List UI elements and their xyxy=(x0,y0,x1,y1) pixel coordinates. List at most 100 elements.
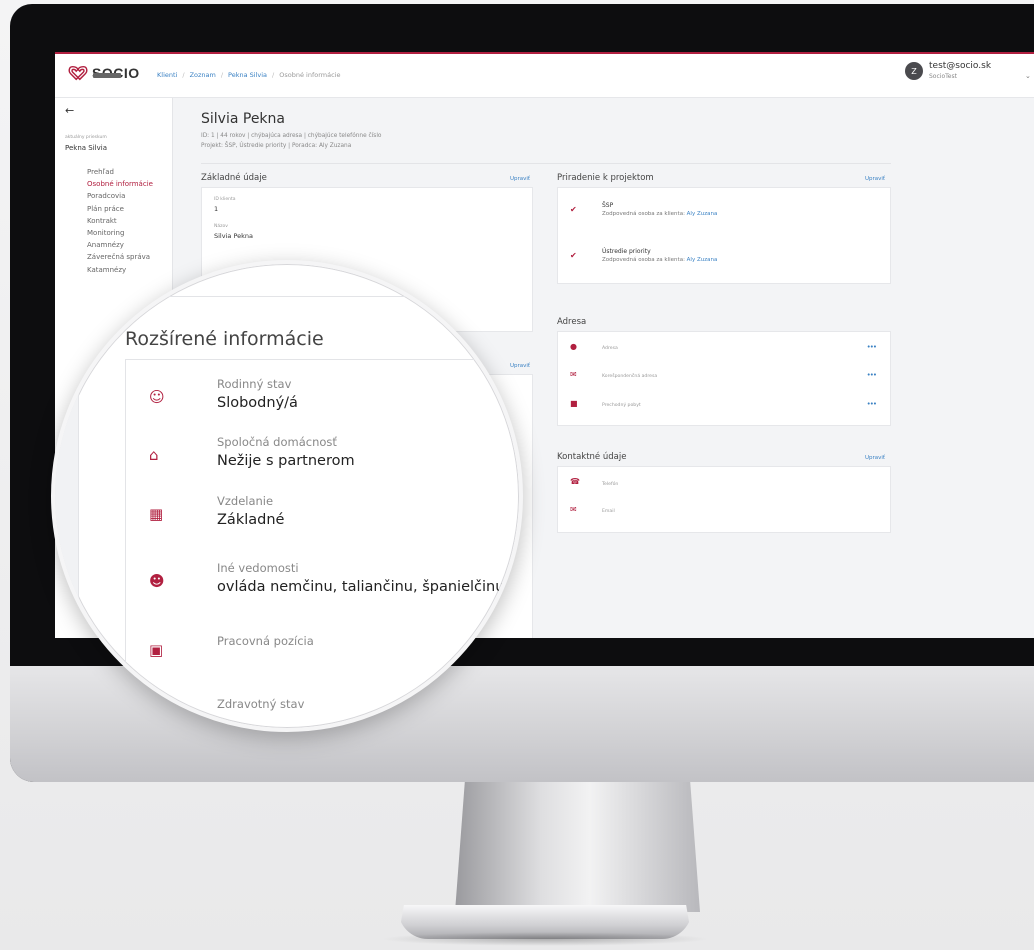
address-label: Adresa xyxy=(602,346,618,351)
divider xyxy=(201,163,891,164)
user-menu[interactable]: Z test@socio.sk SocioTest xyxy=(905,62,991,80)
list-item: ☎ Telefón xyxy=(558,475,890,495)
info-label: Iné vedomosti xyxy=(217,561,299,575)
more-options-button[interactable]: ••• xyxy=(867,371,877,379)
envelope-icon: ✉ xyxy=(570,505,577,514)
person-meta-line: Projekt: ŠSP, Ústredie priority | Poradc… xyxy=(201,143,352,149)
stand-shadow xyxy=(380,932,710,946)
list-item: ● Adresa ••• xyxy=(558,340,890,360)
building-icon: ■ xyxy=(570,399,578,408)
breadcrumb-separator: / xyxy=(272,71,275,79)
breadcrumb-zoznam[interactable]: Zoznam xyxy=(190,71,216,79)
more-options-button[interactable]: ••• xyxy=(867,343,877,351)
users-gear-icon: ☺ xyxy=(149,388,165,406)
sidebar-item-kontrakt[interactable]: Kontrakt xyxy=(87,215,153,227)
home-icon: ⌂ xyxy=(149,446,159,464)
extended-info-title: Rozšírené informácie xyxy=(125,328,324,350)
info-label: Zdravotný stav xyxy=(217,697,305,711)
field-label: Názov xyxy=(214,224,228,229)
basic-info-edit-link[interactable]: Upraviť xyxy=(510,176,530,182)
info-label: Pracovná pozícia xyxy=(217,634,314,648)
breadcrumb-current: Osobné informácie xyxy=(279,71,341,79)
breadcrumb-klienti[interactable]: Klienti xyxy=(157,71,177,79)
heartbeat-icon: ♡ xyxy=(149,704,163,722)
list-item: ■ Prechodný pobyt ••• xyxy=(558,397,890,417)
briefcase-icon: ▣ xyxy=(149,641,164,659)
responsible-link[interactable]: Aly Zuzana xyxy=(687,257,718,263)
address-card: ● Adresa ••• ✉ Korešpondenčná adresa •••… xyxy=(557,331,891,426)
map-pin-icon: ● xyxy=(570,342,577,351)
address-label: Korešpondenčná adresa xyxy=(602,374,658,379)
info-label: Rodinný stav xyxy=(217,377,292,391)
user-org: SocioTest xyxy=(929,73,957,80)
responsible-label: Zodpovedná osoba za klienta: xyxy=(602,211,685,217)
back-arrow-icon[interactable]: ← xyxy=(65,104,74,117)
certificate-icon: ▦ xyxy=(149,505,164,523)
breadcrumb-client[interactable]: Pekna Silvia xyxy=(228,71,267,79)
top-bar: SOCIO Klienti / Zoznam / Pekna Silvia / … xyxy=(55,54,1034,98)
info-value: Základné xyxy=(217,512,285,528)
sidebar-item-prehlad[interactable]: Prehľad xyxy=(87,166,153,178)
sidebar-nav: Prehľad Osobné informácie Poradcovia Plá… xyxy=(87,166,153,276)
sidebar-client-name: Pekna Silvia xyxy=(65,144,107,152)
project-name: Ústredie priority xyxy=(602,248,651,255)
field-value: 1 xyxy=(214,205,219,213)
breadcrumb-separator: / xyxy=(182,71,185,79)
field-label: ID klienta xyxy=(214,197,236,202)
divider xyxy=(125,296,519,297)
more-options-button[interactable]: ••• xyxy=(867,400,877,408)
card-border xyxy=(125,359,126,728)
project-responsible: Zodpovedná osoba za klienta: Aly Zuzana xyxy=(602,211,717,217)
address-label: Prechodný pobyt xyxy=(602,403,641,408)
sidebar-item-poradcovia[interactable]: Poradcovia xyxy=(87,190,153,202)
info-value: ovláda nemčinu, taliančinu, španielčinu xyxy=(217,579,505,595)
divider xyxy=(125,359,519,360)
magnifier-content: Rozšírené informácie ☺ Rodinný stav Slob… xyxy=(55,264,519,728)
monitor-stand xyxy=(455,782,700,912)
project-name: ŠSP xyxy=(602,202,614,209)
field-value: Silvia Pekna xyxy=(214,232,253,240)
projects-edit-link[interactable]: Upraviť xyxy=(865,176,885,182)
sidebar-item-plan-prace[interactable]: Plán práce xyxy=(87,203,153,215)
basic-info-title: Základné údaje xyxy=(201,173,267,183)
contact-label: Email xyxy=(602,509,615,514)
projects-title: Priradenie k projektom xyxy=(557,173,654,183)
magnified-sidebar-edge xyxy=(55,264,79,728)
product-mockup: SOCIO Klienti / Zoznam / Pekna Silvia / … xyxy=(0,0,1034,950)
list-item: ✉ Email xyxy=(558,503,890,523)
sidebar-item-zaverecna-sprava[interactable]: Záverečná správa xyxy=(87,251,153,263)
sidebar-item-monitoring[interactable]: Monitoring xyxy=(87,227,153,239)
user-gear-icon: ☻ xyxy=(149,572,165,590)
info-value: Nežije s partnerom xyxy=(217,453,355,469)
info-label: Spoločná domácnosť xyxy=(217,435,337,449)
chevron-down-icon[interactable]: ⌄ xyxy=(1025,72,1031,80)
projects-card: ✔ ŠSP Zodpovedná osoba za klienta: Aly Z… xyxy=(557,187,891,284)
contact-title: Kontaktné údaje xyxy=(557,452,627,462)
person-meta: ID: 1 | 44 rokov | chýbajúca adresa | ch… xyxy=(201,131,381,151)
envelope-icon: ✉ xyxy=(570,370,577,379)
list-item: ✉ Korešpondenčná adresa ••• xyxy=(558,368,890,388)
magnifier-lens: Rozšírené informácie ☺ Rodinný stav Slob… xyxy=(51,260,523,732)
page-title: Silvia Pekna xyxy=(201,111,285,127)
logo-badge xyxy=(93,73,121,78)
contact-card: ☎ Telefón ✉ Email xyxy=(557,466,891,533)
breadcrumb: Klienti / Zoznam / Pekna Silvia / Osobné… xyxy=(157,71,340,79)
client-caption: aktuálny prieskum xyxy=(65,135,107,140)
person-meta-line: ID: 1 | 44 rokov | chýbajúca adresa | ch… xyxy=(201,133,382,139)
check-icon: ✔ xyxy=(570,251,577,260)
contact-edit-link[interactable]: Upraviť xyxy=(865,455,885,461)
sidebar-item-anamnezy[interactable]: Anamnézy xyxy=(87,239,153,251)
sidebar-item-osobne-informacie[interactable]: Osobné informácie xyxy=(87,178,153,190)
breadcrumb-separator: / xyxy=(220,71,224,79)
heart-logo-icon xyxy=(68,65,88,81)
check-icon: ✔ xyxy=(570,205,577,214)
info-value: Slobodný/á xyxy=(217,395,298,411)
project-responsible: Zodpovedná osoba za klienta: Aly Zuzana xyxy=(602,257,717,263)
responsible-label: Zodpovedná osoba za klienta: xyxy=(602,257,685,263)
contact-label: Telefón xyxy=(602,482,619,487)
user-email: test@socio.sk xyxy=(929,61,992,71)
phone-icon: ☎ xyxy=(570,477,580,486)
address-title: Adresa xyxy=(557,317,587,327)
responsible-link[interactable]: Aly Zuzana xyxy=(687,211,718,217)
avatar: Z xyxy=(905,62,923,80)
